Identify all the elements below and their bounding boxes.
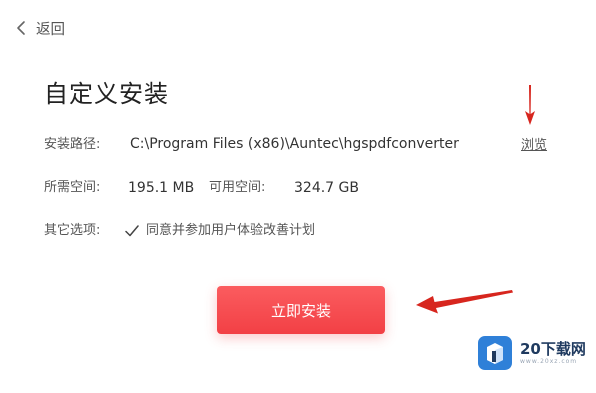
box-logo-icon [478,336,512,370]
back-label: 返回 [36,21,65,38]
install-path-label: 安装路径: [44,137,101,152]
install-now-button[interactable]: 立即安装 [217,286,385,334]
required-space-label: 所需空间: [44,180,101,195]
available-space-value: 324.7 GB [294,180,359,196]
checkmark-icon [125,225,139,237]
arrow-left-icon [416,290,513,314]
arrow-down-icon [525,85,535,125]
browse-link[interactable]: 浏览 [521,136,547,156]
other-options-label: 其它选项: [44,223,101,238]
ux-program-checkbox-label[interactable]: 同意并参加用户体验改善计划 [146,221,315,241]
available-space-label: 可用空间: [209,180,266,195]
watermark-text: 20下载网 [520,340,586,358]
back-button[interactable]: 返回 [16,17,65,39]
watermark-url: www.20xz.com [520,358,578,365]
required-space-value: 195.1 MB [128,180,195,196]
watermark: 20下载网 www.20xz.com [478,335,590,371]
install-path-value: C:\Program Files (x86)\Auntec\hgspdfconv… [130,136,459,152]
chevron-left-icon [16,20,26,36]
ux-program-checkbox[interactable] [124,222,140,240]
page-title: 自定义安装 [44,80,169,108]
